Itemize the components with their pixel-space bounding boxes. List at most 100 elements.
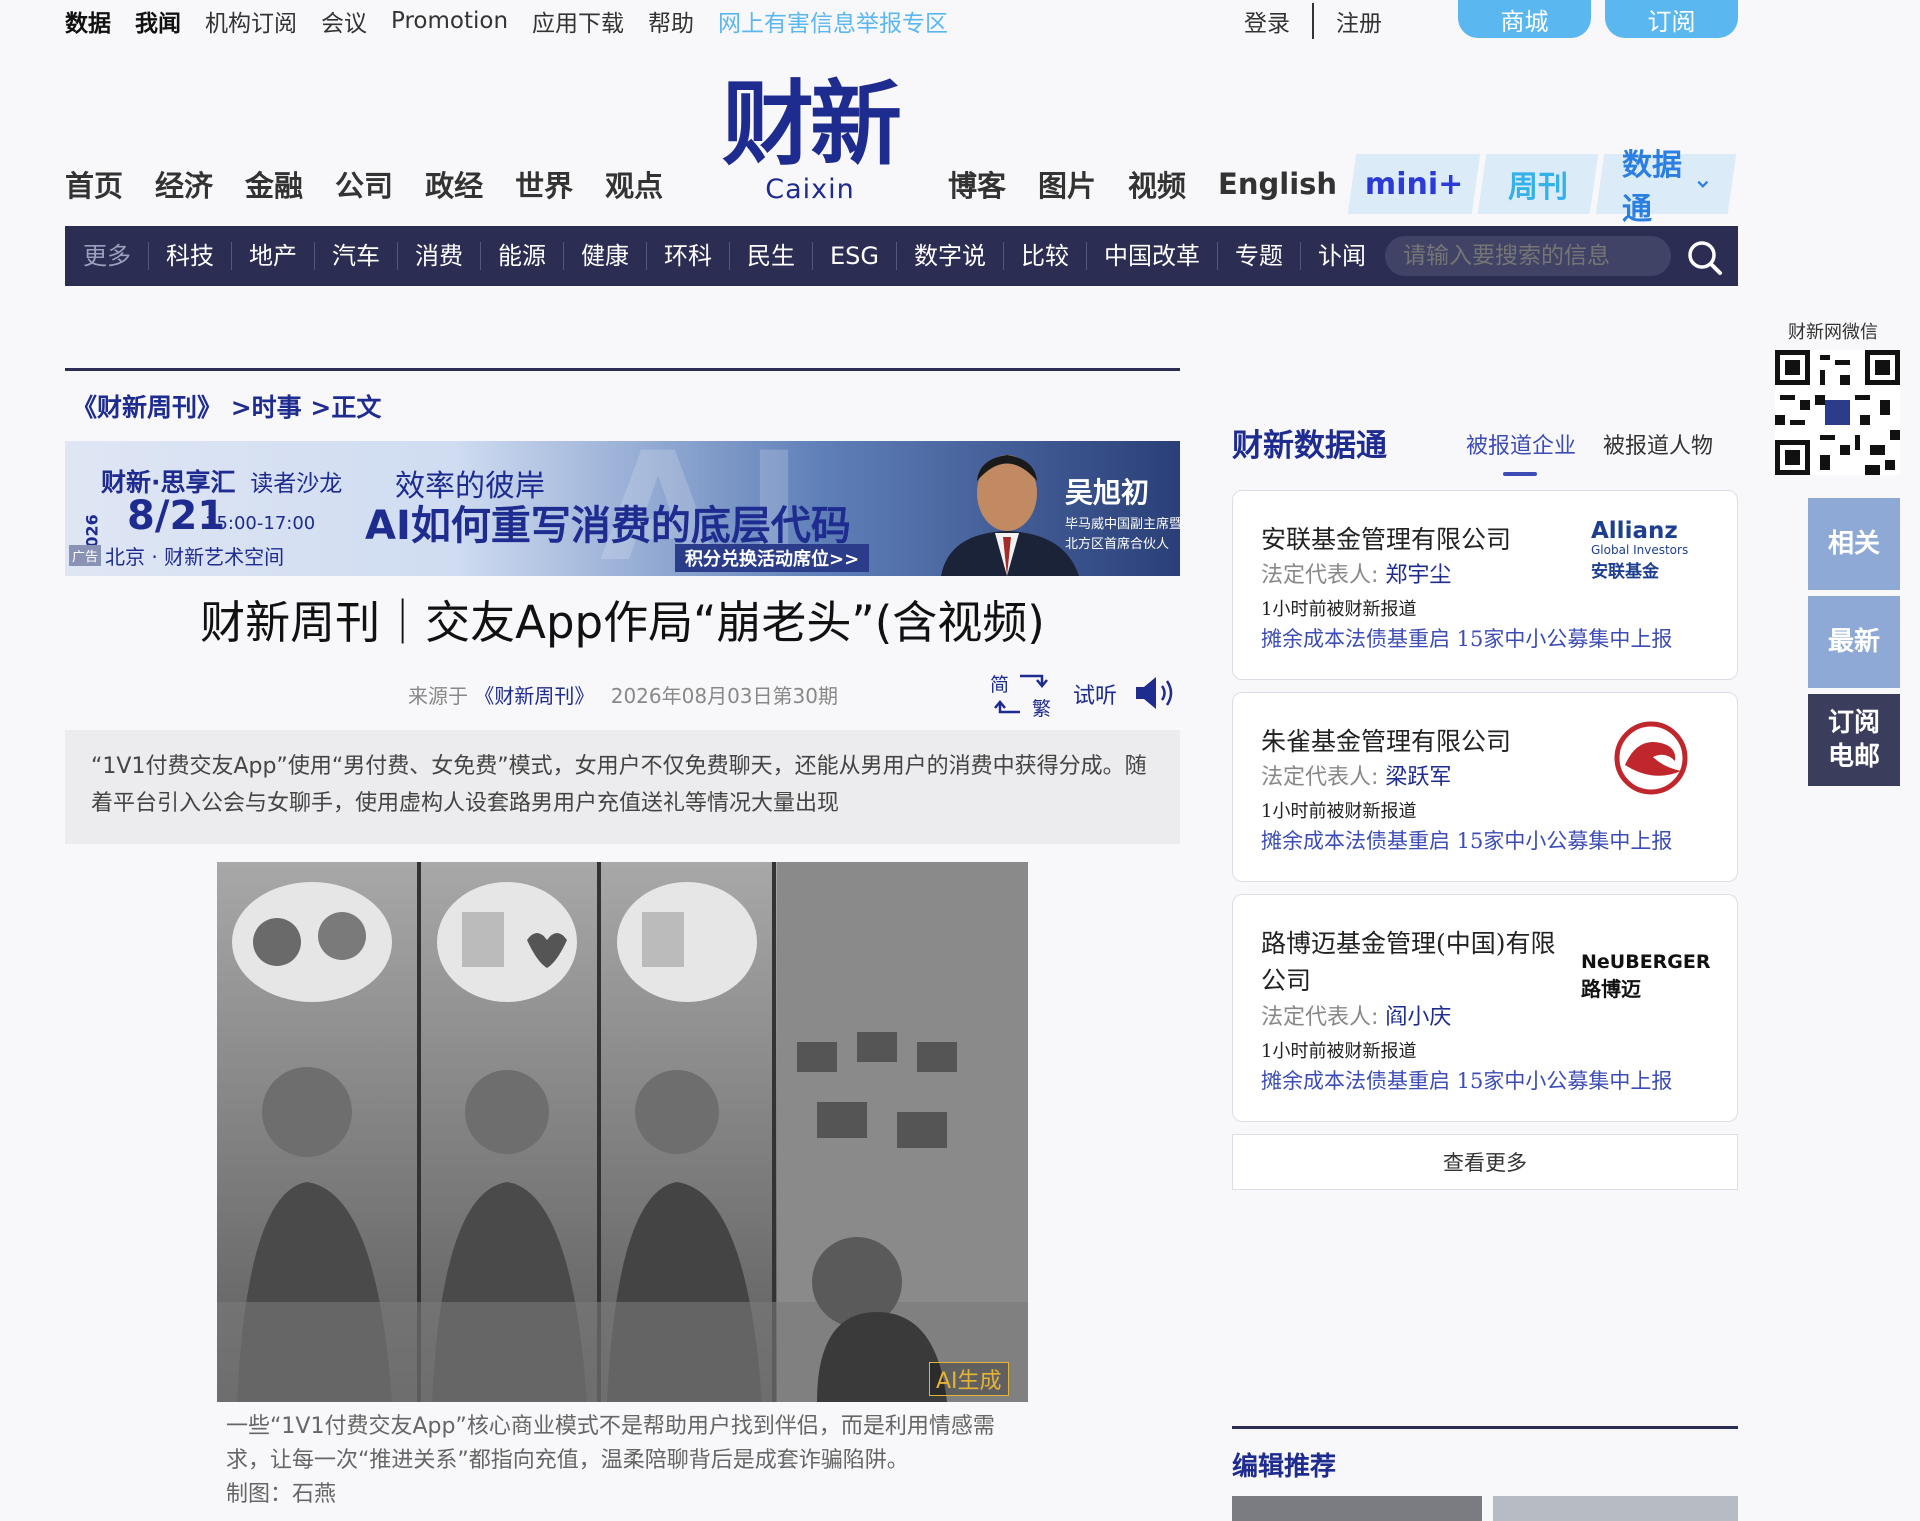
allianz-logo: Allianz Global Investors 安联基金 [1591, 519, 1711, 593]
tab-mini-plus[interactable]: mini+ [1347, 154, 1481, 214]
neuberger-logo: NeUBERGER 路博迈 [1581, 951, 1711, 1025]
subscribe-button[interactable]: 订阅 [1605, 0, 1738, 38]
see-more-button[interactable]: 查看更多 [1232, 1134, 1738, 1190]
company-name[interactable]: 朱雀基金管理有限公司 [1261, 723, 1571, 760]
nav-world[interactable]: 世界 [515, 163, 573, 205]
source-prefix: 来源于 [408, 684, 468, 708]
subnav-compare[interactable]: 比较 [1004, 242, 1087, 270]
subnav-consumer[interactable]: 消费 [398, 242, 481, 270]
product-tabs: mini+ 周刊 数据通 [1347, 148, 1738, 227]
subnav-health[interactable]: 健康 [564, 242, 647, 270]
speaker-title-line2: 北方区首席合伙人 [1065, 537, 1170, 552]
banner-headline: AI如何重写消费的底层代码 [365, 503, 851, 549]
company-card[interactable]: 路博迈基金管理(中国)有限公司 法定代表人: 阎小庆 1小时前被财新报道 摊余成… [1232, 894, 1738, 1122]
nav-finance[interactable]: 金融 [245, 163, 303, 205]
banner-cta-button[interactable]: 积分兑换活动席位>> [675, 544, 870, 572]
image-caption: 一些“1V1付费交友App”核心商业模式不是帮助用户找到伴侣，而是利用情感需求，… [226, 1410, 1026, 1512]
subnav-energy[interactable]: 能源 [481, 242, 564, 270]
nav-economy[interactable]: 经济 [155, 163, 213, 205]
topbar-link-data[interactable]: 数据 [65, 4, 111, 38]
nav-video[interactable]: 视频 [1128, 163, 1186, 205]
nav-opinion[interactable]: 观点 [605, 163, 663, 205]
topbar-link-wowen[interactable]: 我闻 [135, 4, 181, 38]
company-name[interactable]: 安联基金管理有限公司 [1261, 521, 1571, 558]
article-title: 财新周刊｜交友App作局“崩老头”(含视频) [200, 596, 1045, 649]
subnav-data-talk[interactable]: 数字说 [897, 242, 1004, 270]
article-meta: 来源于 《财新周刊》 2026年08月03日第30期 [408, 680, 838, 709]
top-utility-bar: 数据 我闻 机构订阅 会议 Promotion 应用下载 帮助 网上有害信息举报… [65, 0, 972, 42]
tab-mini-plus-label: mini+ [1364, 166, 1464, 202]
related-news-link[interactable]: 摊余成本法债基重启 15家中小公募集中上报 [1261, 1065, 1672, 1095]
topbar-link-app-download[interactable]: 应用下载 [532, 4, 624, 38]
nav-blog[interactable]: 博客 [948, 163, 1006, 205]
editor-pick-thumbnail[interactable] [1493, 1496, 1738, 1521]
subnav-more[interactable]: 更多 [65, 242, 149, 270]
subnav-esg[interactable]: ESG [813, 242, 897, 270]
side-related-button[interactable]: 相关 [1808, 498, 1900, 590]
topbar-link-report[interactable]: 网上有害信息举报专区 [718, 4, 948, 38]
allianz-subtitle: Global Investors [1591, 543, 1689, 557]
editor-pick-thumbnail[interactable] [1232, 1496, 1482, 1521]
legal-rep-name[interactable]: 梁跃军 [1385, 765, 1451, 790]
breadcrumb-weekly[interactable]: 《财新周刊》 [72, 393, 222, 422]
company-card[interactable]: 朱雀基金管理有限公司 法定代表人: 梁跃军 1小时前被财新报道 摊余成本法债基重… [1232, 692, 1738, 882]
allianz-cn-name: 安联基金 [1591, 562, 1659, 582]
subnav-environment[interactable]: 环科 [647, 242, 730, 270]
topbar-link-help[interactable]: 帮助 [648, 4, 694, 38]
simplified-traditional-toggle[interactable]: 简 繁 [990, 670, 1052, 720]
nav-english[interactable]: English [1218, 167, 1337, 201]
chevron-down-icon [1697, 180, 1709, 188]
tab-weekly[interactable]: 周刊 [1477, 154, 1599, 214]
company-name[interactable]: 路博迈基金管理(中国)有限公司 [1261, 925, 1571, 999]
banner-event: 读者沙龙 [250, 471, 343, 497]
traditional-label: 繁 [1032, 698, 1052, 720]
company-card[interactable]: 安联基金管理有限公司 法定代表人: 郑宇尘 1小时前被财新报道 摊余成本法债基重… [1232, 490, 1738, 680]
subnav-auto[interactable]: 汽车 [315, 242, 398, 270]
subnav-tech[interactable]: 科技 [149, 242, 232, 270]
subnav-china-reform[interactable]: 中国改革 [1087, 242, 1218, 270]
banner-ad-label: 广告 [69, 545, 102, 566]
nav-companies[interactable]: 公司 [335, 163, 393, 205]
caption-text: 一些“1V1付费交友App”核心商业模式不是帮助用户找到伴侣，而是利用情感需求，… [226, 1414, 995, 1473]
tab-data-tong-label: 数据通 [1622, 148, 1682, 227]
register-link[interactable]: 注册 [1336, 4, 1382, 38]
ai-generated-tag: AI生成 [929, 1362, 1009, 1396]
data-tong-title: 财新数据通 [1232, 428, 1387, 464]
listen-button[interactable]: 试听 [1073, 678, 1117, 710]
caption-credit: 制图：石燕 [226, 1482, 337, 1507]
related-news-link[interactable]: 摊余成本法债基重启 15家中小公募集中上报 [1261, 623, 1672, 653]
topbar-link-institution[interactable]: 机构订阅 [205, 4, 297, 38]
caixin-logo[interactable]: 财新 Caixin [700, 78, 920, 205]
report-time: 1小时前被财新报道 [1261, 599, 1417, 620]
tab-weekly-label: 周刊 [1508, 170, 1568, 205]
rep-label: 法定代表人: [1261, 1005, 1379, 1030]
subnav-special[interactable]: 专题 [1218, 242, 1301, 270]
tab-reported-companies[interactable]: 被报道企业 [1466, 428, 1576, 460]
legal-rep-name[interactable]: 阎小庆 [1385, 1005, 1451, 1030]
tab-reported-people[interactable]: 被报道人物 [1603, 428, 1713, 460]
search-icon[interactable] [1685, 238, 1725, 278]
related-news-link[interactable]: 摊余成本法债基重启 15家中小公募集中上报 [1261, 825, 1672, 855]
main-nav-left: 首页 经济 金融 公司 政经 世界 观点 [65, 160, 695, 208]
event-ad-banner[interactable]: AI 财新·思享汇 读者沙龙 效率的彼岸 2026 8/21 15:00-17:… [65, 441, 1180, 576]
neuberger-cn-name: 路博迈 [1581, 977, 1641, 1001]
nav-photos[interactable]: 图片 [1038, 163, 1096, 205]
side-latest-button[interactable]: 最新 [1808, 596, 1900, 688]
nav-politics[interactable]: 政经 [425, 163, 483, 205]
subnav-property[interactable]: 地产 [232, 242, 315, 270]
tab-data-tong[interactable]: 数据通 [1595, 148, 1737, 227]
subnav-obituary[interactable]: 讣闻 [1301, 242, 1383, 270]
speaker-icon[interactable] [1132, 673, 1178, 713]
topbar-link-promotion[interactable]: Promotion [391, 8, 508, 34]
banner-location: 北京 · 财新艺术空间 [105, 545, 285, 569]
mall-button[interactable]: 商城 [1458, 0, 1591, 38]
topbar-link-conference[interactable]: 会议 [321, 4, 367, 38]
side-subscribe-email-button[interactable]: 订阅 电邮 [1808, 694, 1900, 786]
search-input[interactable] [1385, 236, 1671, 276]
source-link[interactable]: 《财新周刊》 [474, 684, 594, 708]
subnav-livelihood[interactable]: 民生 [730, 242, 813, 270]
legal-rep-name[interactable]: 郑宇尘 [1385, 563, 1451, 588]
nav-home[interactable]: 首页 [65, 163, 123, 205]
login-link[interactable]: 登录 [1244, 4, 1290, 38]
breadcrumb-current-affairs[interactable]: >时事 [231, 393, 302, 422]
